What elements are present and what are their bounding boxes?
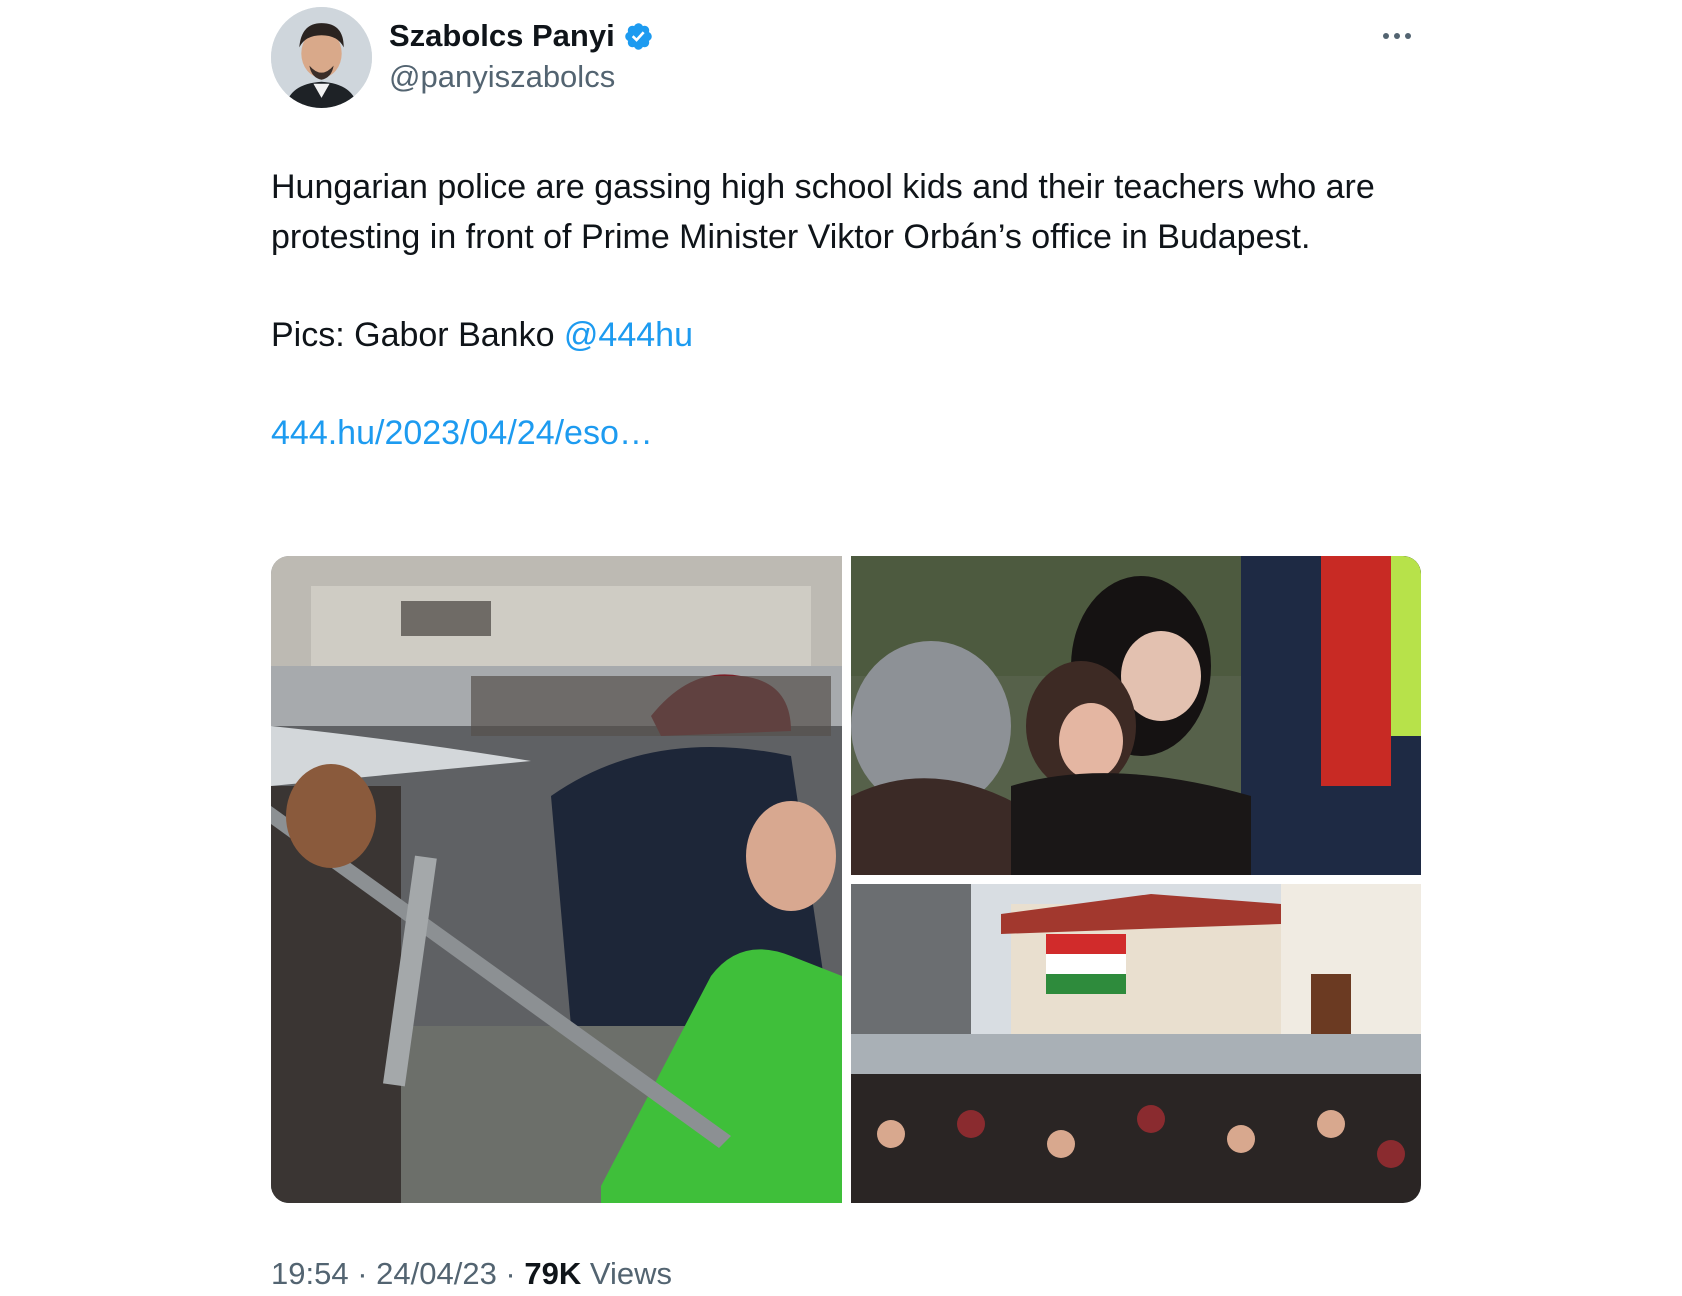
media-grid bbox=[271, 556, 1421, 1203]
photo-girls-hugging[interactable] bbox=[851, 556, 1421, 875]
article-link[interactable]: 444.hu/2023/04/24/eso… bbox=[271, 414, 653, 452]
author-name[interactable]: Szabolcs Panyi bbox=[389, 14, 654, 58]
tweet-meta: 19:54 · 24/04/23 · 79K Views bbox=[271, 1256, 672, 1291]
views-label: Views bbox=[581, 1256, 672, 1291]
photo-crowd-protest[interactable] bbox=[851, 884, 1421, 1203]
verified-badge-icon bbox=[624, 22, 652, 50]
author-handle[interactable]: @panyiszabolcs bbox=[389, 55, 615, 99]
views-count: 79K bbox=[524, 1256, 582, 1291]
photo-police-spraying[interactable] bbox=[271, 556, 842, 1203]
author-avatar[interactable] bbox=[271, 7, 372, 108]
author-name-text[interactable]: Szabolcs Panyi bbox=[389, 14, 615, 58]
tweet-body: Hungarian police are gassing high school… bbox=[271, 162, 1431, 458]
more-horizontal-icon[interactable] bbox=[1377, 18, 1417, 54]
tweet-text: Hungarian police are gassing high school… bbox=[271, 168, 1375, 256]
credit-prefix: Pics: Gabor Banko bbox=[271, 316, 564, 354]
mention-link[interactable]: @444hu bbox=[564, 316, 693, 354]
tweet-time[interactable]: 19:54 bbox=[271, 1256, 349, 1291]
photo-credit: Pics: Gabor Banko @444hu bbox=[271, 310, 1431, 360]
tweet-date[interactable]: 24/04/23 bbox=[376, 1256, 497, 1291]
